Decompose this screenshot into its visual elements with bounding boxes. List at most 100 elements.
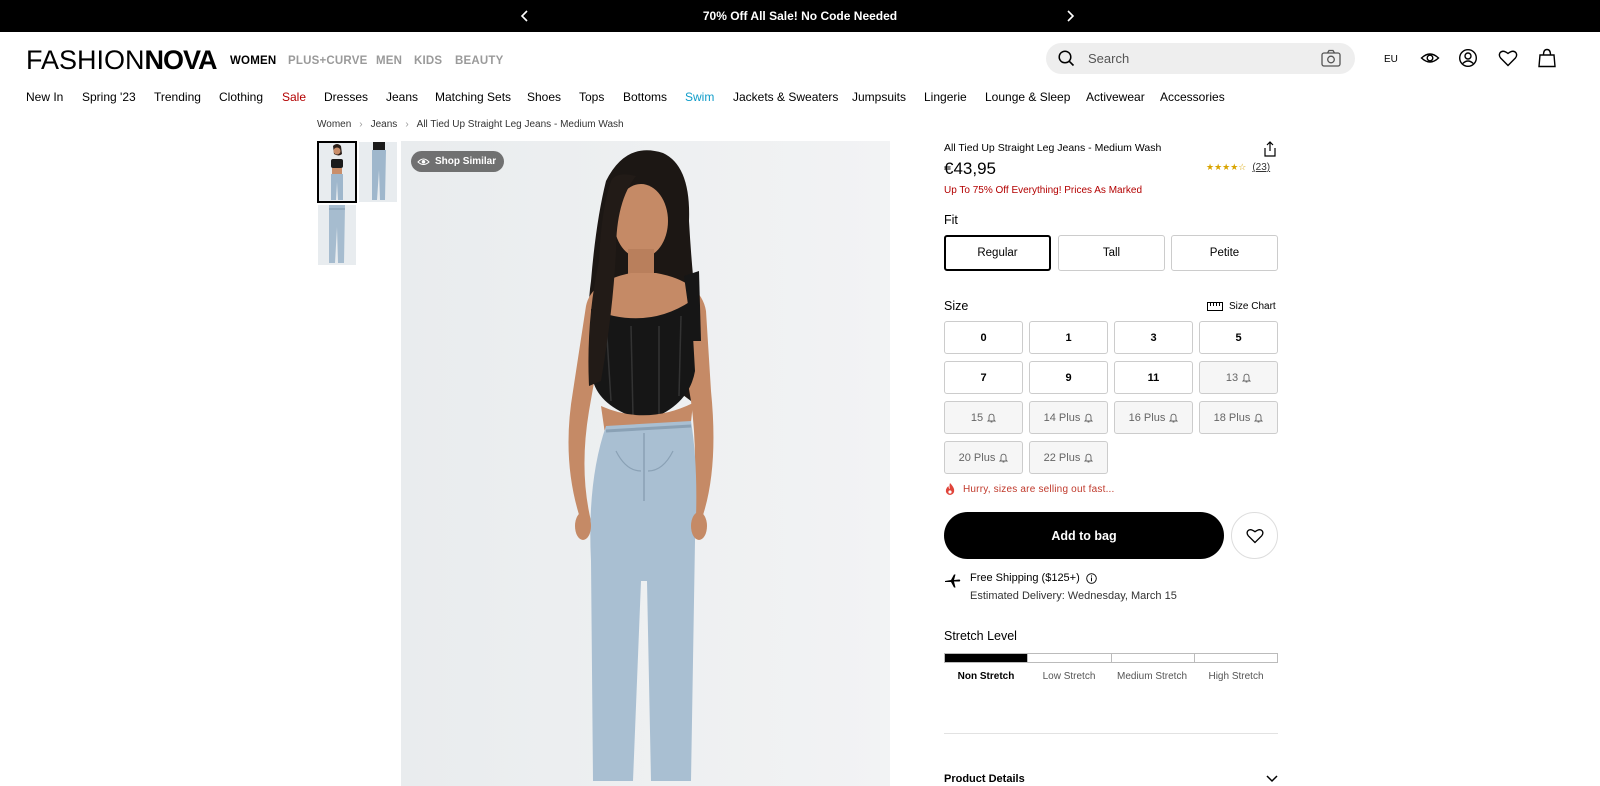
low-stock-text: Hurry, sizes are selling out fast... <box>963 483 1115 495</box>
dept-women[interactable]: WOMEN <box>230 55 276 67</box>
promo-message[interactable]: 70% Off All Sale! No Code Needed <box>0 9 1600 23</box>
cart-button[interactable] <box>1537 48 1557 68</box>
stretch-level-meter <box>944 653 1278 663</box>
size-label-text: 0 <box>980 331 987 344</box>
product-price: €43,95 <box>944 159 996 178</box>
review-count[interactable]: (23) <box>1252 162 1270 173</box>
size-option-sold-out[interactable]: 22 Plus <box>1029 441 1108 474</box>
fit-option-tall[interactable]: Tall <box>1058 235 1165 271</box>
add-to-wishlist-button[interactable] <box>1231 512 1278 559</box>
breadcrumb-women[interactable]: Women <box>317 119 351 130</box>
shipping-info: Free Shipping ($125+) <box>970 572 1097 584</box>
product-thumbnail[interactable] <box>318 205 356 265</box>
search-input[interactable] <box>1088 49 1308 68</box>
product-details-accordion[interactable]: Product Details <box>944 773 1278 785</box>
region-selector[interactable]: EU <box>1384 54 1398 65</box>
shop-similar-button[interactable]: Shop Similar <box>411 151 505 172</box>
nav-dresses[interactable]: Dresses <box>324 90 368 104</box>
search-icon[interactable] <box>1058 50 1075 67</box>
nav-jackets-sweaters[interactable]: Jackets & Sweaters <box>733 90 838 104</box>
main-nav: New In Spring '23 Trending Clothing Sale… <box>0 90 1600 108</box>
breadcrumb-current: All Tied Up Straight Leg Jeans - Medium … <box>416 119 624 130</box>
bell-icon <box>1084 413 1094 422</box>
size-label-text: 3 <box>1150 331 1157 344</box>
promo-bar: 70% Off All Sale! No Code Needed <box>0 0 1600 32</box>
info-icon[interactable] <box>1086 572 1097 584</box>
size-option[interactable]: 1 <box>1029 321 1108 354</box>
nav-jeans[interactable]: Jeans <box>386 90 418 104</box>
model-front-thumbnail-image <box>318 142 356 202</box>
nav-jumpsuits[interactable]: Jumpsuits <box>852 90 906 104</box>
size-label-text: 5 <box>1235 331 1242 344</box>
size-option[interactable]: 9 <box>1029 361 1108 394</box>
size-option[interactable]: 0 <box>944 321 1023 354</box>
size-option[interactable]: 3 <box>1114 321 1193 354</box>
nav-matching-sets[interactable]: Matching Sets <box>435 90 511 104</box>
product-title: All Tied Up Straight Leg Jeans - Medium … <box>944 142 1162 154</box>
size-option[interactable]: 11 <box>1114 361 1193 394</box>
nav-new-in[interactable]: New In <box>26 90 63 104</box>
dept-kids[interactable]: KIDS <box>414 55 442 67</box>
product-details-label: Product Details <box>944 773 1025 785</box>
promo-note: Up To 75% Off Everything! Prices As Mark… <box>944 185 1143 196</box>
dept-plus-curve[interactable]: PLUS+CURVE <box>288 55 367 67</box>
share-icon[interactable] <box>1262 141 1278 157</box>
nav-lounge-sleep[interactable]: Lounge & Sleep <box>985 90 1070 104</box>
size-option-sold-out[interactable]: 13 <box>1199 361 1278 394</box>
nav-sale[interactable]: Sale <box>282 90 306 104</box>
dept-men[interactable]: MEN <box>376 55 402 67</box>
product-thumbnail[interactable] <box>317 141 357 203</box>
account-button[interactable] <box>1458 48 1478 68</box>
nav-trending[interactable]: Trending <box>154 90 201 104</box>
size-chart-link[interactable]: Size Chart <box>1207 301 1276 312</box>
promo-next-button[interactable] <box>1060 6 1080 26</box>
stretch-level-label: Stretch Level <box>944 629 1017 643</box>
jeans-detail-thumbnail-image <box>318 205 356 265</box>
logo-text-nova: NOVA <box>144 45 218 75</box>
bell-icon <box>999 453 1009 462</box>
product-thumbnail[interactable] <box>359 142 397 202</box>
size-label-text: 13 <box>1225 371 1239 384</box>
breadcrumb-jeans[interactable]: Jeans <box>371 119 398 130</box>
fit-label: Fit <box>944 213 958 227</box>
stretch-segment <box>1112 654 1195 662</box>
dept-beauty[interactable]: BEAUTY <box>455 55 503 67</box>
fit-option-regular[interactable]: Regular <box>944 235 1051 271</box>
bell-icon <box>1254 413 1264 422</box>
visual-search-icon <box>417 158 430 165</box>
recently-viewed-button[interactable] <box>1420 48 1440 68</box>
add-to-bag-button[interactable]: Add to bag <box>944 512 1224 559</box>
wishlist-button[interactable] <box>1498 48 1518 68</box>
product-rating[interactable]: ★★★★☆ (23) <box>1206 162 1270 173</box>
camera-icon[interactable] <box>1321 49 1341 68</box>
product-main-image[interactable] <box>401 141 890 786</box>
free-shipping-text: Free Shipping ($125+) <box>970 572 1080 584</box>
nav-bottoms[interactable]: Bottoms <box>623 90 667 104</box>
stretch-segment <box>1195 654 1277 662</box>
size-option-sold-out[interactable]: 20 Plus <box>944 441 1023 474</box>
nav-accessories[interactable]: Accessories <box>1160 90 1225 104</box>
size-label-text: 1 <box>1065 331 1072 344</box>
chevron-right-icon <box>1067 10 1075 22</box>
nav-swim[interactable]: Swim <box>685 90 714 104</box>
size-label-text: 14 Plus <box>1043 411 1081 424</box>
account-icon <box>1458 48 1478 68</box>
nav-clothing[interactable]: Clothing <box>219 90 263 104</box>
nav-activewear[interactable]: Activewear <box>1086 90 1145 104</box>
nav-lingerie[interactable]: Lingerie <box>924 90 967 104</box>
size-option-sold-out[interactable]: 15 <box>944 401 1023 434</box>
size-label-text: 16 Plus <box>1128 411 1166 424</box>
nav-tops[interactable]: Tops <box>579 90 604 104</box>
nav-spring-23[interactable]: Spring '23 <box>82 90 136 104</box>
nav-shoes[interactable]: Shoes <box>527 90 561 104</box>
size-option-sold-out[interactable]: 18 Plus <box>1199 401 1278 434</box>
size-option-sold-out[interactable]: 14 Plus <box>1029 401 1108 434</box>
fashion-nova-logo[interactable]: FASHION NOVA <box>26 45 218 75</box>
size-option[interactable]: 5 <box>1199 321 1278 354</box>
breadcrumb-separator: › <box>359 119 363 130</box>
ruler-icon <box>1207 302 1223 311</box>
search-bar[interactable] <box>1046 43 1355 74</box>
size-option-sold-out[interactable]: 16 Plus <box>1114 401 1193 434</box>
size-option[interactable]: 7 <box>944 361 1023 394</box>
fit-option-petite[interactable]: Petite <box>1171 235 1278 271</box>
